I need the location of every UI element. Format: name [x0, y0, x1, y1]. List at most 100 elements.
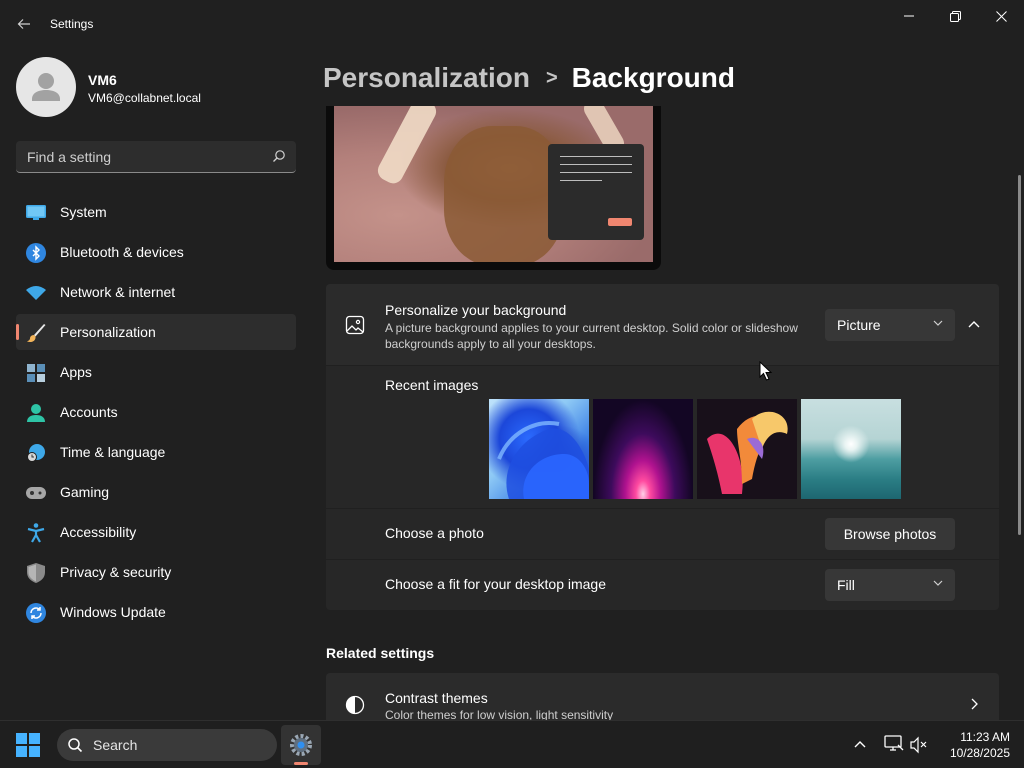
recent-image-thumbnail[interactable]: [593, 399, 693, 499]
avatar[interactable]: [16, 57, 76, 117]
accessibility-icon: [26, 523, 46, 543]
back-button[interactable]: [12, 12, 36, 36]
contrast-icon: [345, 695, 365, 715]
windows-logo-pane: [16, 746, 27, 757]
monitor-icon: [26, 203, 46, 223]
wallpaper-preview-image: [334, 106, 653, 262]
recent-image-thumbnail[interactable]: [697, 399, 797, 499]
active-app-indicator: [294, 762, 308, 765]
person-icon: [26, 403, 46, 423]
sidebar-item-gaming[interactable]: Gaming: [16, 474, 296, 510]
sidebar-item-time-language[interactable]: Time & language: [16, 434, 296, 470]
sidebar-item-label: Windows Update: [60, 604, 166, 620]
browse-photos-button[interactable]: Browse photos: [825, 518, 955, 550]
search-icon: [68, 738, 83, 753]
page-title: Background: [571, 62, 735, 93]
sidebar-item-label: Gaming: [60, 484, 110, 500]
recent-image-thumbnail[interactable]: [801, 399, 901, 499]
taskbar-settings-app[interactable]: [281, 725, 321, 765]
sidebar-item-label: Bluetooth & devices: [60, 244, 184, 260]
show-hidden-icons-chevron-icon[interactable]: [853, 737, 867, 751]
close-button[interactable]: [978, 0, 1024, 32]
background-title: Personalize your background: [385, 302, 567, 318]
restore-button[interactable]: [932, 0, 978, 32]
settings-search-input[interactable]: Find a setting: [16, 141, 296, 173]
globe-clock-icon: [26, 443, 46, 463]
chevron-down-icon: [933, 580, 943, 586]
back-arrow-icon: [17, 19, 30, 29]
clock-time: 11:23 AM: [960, 730, 1010, 744]
minimize-button[interactable]: [886, 0, 932, 32]
shield-icon: [26, 563, 46, 583]
sidebar-item-label: Apps: [60, 364, 92, 380]
sidebar-item-label: Time & language: [60, 444, 166, 460]
mouse-cursor-icon: [759, 361, 773, 381]
dropdown-value: Picture: [837, 317, 881, 333]
breadcrumb-separator: >: [545, 66, 558, 89]
user-name: VM6: [88, 72, 117, 88]
preview-button: [608, 218, 632, 226]
choose-fit-label: Choose a fit for your desktop image: [385, 576, 607, 592]
choose-fit-row: Choose a fit for your desktop image Fill: [326, 560, 999, 610]
sidebar-item-network[interactable]: Network & internet: [16, 274, 296, 310]
sidebar-item-privacy[interactable]: Privacy & security: [16, 554, 296, 590]
user-email: VM6@collabnet.local: [88, 91, 201, 105]
search-placeholder: Find a setting: [27, 149, 112, 165]
sidebar-item-personalization[interactable]: Personalization: [16, 314, 296, 350]
clock-date: 10/28/2025: [949, 746, 1010, 760]
dropdown-value: Fill: [837, 577, 855, 593]
chevron-up-icon[interactable]: [964, 316, 984, 332]
preview-text-line: [560, 180, 602, 181]
chevron-right-icon: [971, 698, 978, 710]
sidebar-item-label: Accounts: [60, 404, 118, 420]
image-icon: [345, 315, 365, 335]
start-button[interactable]: [16, 733, 40, 757]
sidebar-item-label: Accessibility: [60, 524, 137, 540]
choose-photo-row: Choose a photo Browse photos: [326, 509, 999, 559]
bloom-wallpaper-icon: [497, 421, 589, 499]
recent-image-thumbnail[interactable]: [489, 399, 589, 499]
recent-images-label: Recent images: [385, 377, 479, 393]
brush-icon: [26, 323, 46, 343]
desktop-preview: [326, 106, 661, 270]
sidebar-item-label: Personalization: [60, 324, 156, 340]
contrast-themes-link[interactable]: Contrast themes Color themes for low vis…: [326, 673, 999, 721]
title-bar: Settings: [0, 0, 1024, 48]
gamepad-icon: [26, 483, 46, 503]
recent-images-section: Recent images: [326, 366, 999, 508]
sidebar-item-label: Network & internet: [60, 284, 176, 300]
sidebar-item-windows-update[interactable]: Windows Update: [16, 594, 296, 630]
windows-logo-pane: [29, 733, 40, 744]
breadcrumb-parent[interactable]: Personalization: [323, 62, 530, 94]
fit-dropdown[interactable]: Fill: [825, 569, 955, 601]
background-type-dropdown[interactable]: Picture: [825, 309, 955, 341]
restore-icon: [949, 10, 961, 22]
windows-logo-pane: [29, 746, 40, 757]
update-icon: [26, 603, 46, 623]
sidebar-item-bluetooth[interactable]: Bluetooth & devices: [16, 234, 296, 270]
sidebar-item-system[interactable]: System: [16, 194, 296, 230]
preview-text-line: [560, 164, 632, 165]
taskbar-search[interactable]: Search: [57, 729, 277, 761]
app-title: Settings: [50, 17, 94, 31]
contrast-themes-title: Contrast themes: [385, 690, 488, 706]
sidebar-item-accounts[interactable]: Accounts: [16, 394, 296, 430]
user-silhouette-icon: [32, 73, 60, 101]
preview-text-line: [560, 172, 632, 173]
volume-muted-icon[interactable]: [910, 736, 930, 754]
main-scrollbar[interactable]: [1018, 175, 1021, 535]
preview-text-line: [560, 156, 632, 157]
network-icon[interactable]: [884, 735, 904, 753]
breadcrumb: Personalization > Background: [323, 58, 735, 98]
abstract-wallpaper-icon: [707, 411, 788, 494]
taskbar-clock[interactable]: 11:23 AM 10/28/2025: [940, 729, 1010, 761]
sidebar-item-apps[interactable]: Apps: [16, 354, 296, 390]
preview-window-mockup: [548, 144, 644, 240]
background-description: A picture background applies to your cur…: [385, 321, 798, 351]
personalize-background-card[interactable]: Personalize your background A picture ba…: [326, 284, 999, 365]
search-icon: [273, 150, 285, 162]
sidebar-item-accessibility[interactable]: Accessibility: [16, 514, 296, 550]
taskbar-search-label: Search: [93, 737, 138, 753]
chevron-down-icon: [933, 320, 943, 326]
sidebar-item-label: Privacy & security: [60, 564, 172, 580]
